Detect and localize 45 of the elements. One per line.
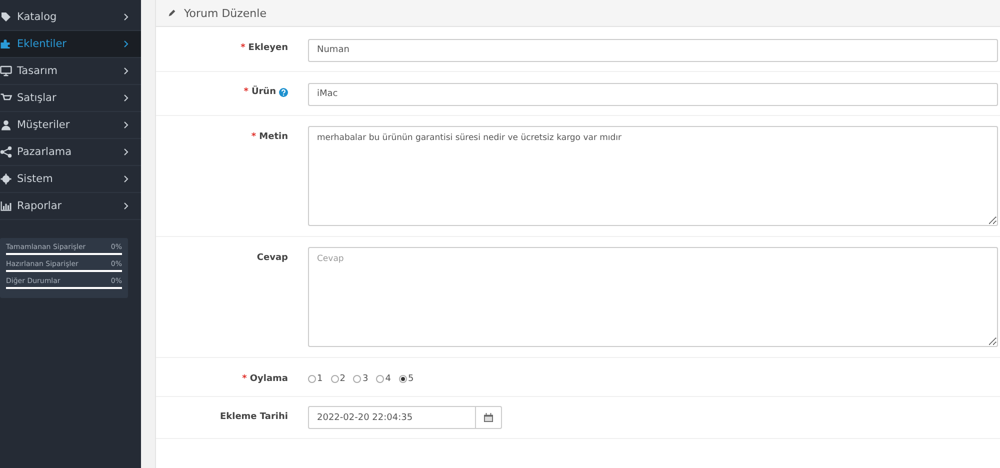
chevron-icon (123, 175, 129, 183)
chevron-icon (123, 13, 129, 21)
rating-radio[interactable]: 5 (398, 374, 414, 384)
chevron-icon (123, 94, 129, 102)
required-asterisk: * (244, 87, 248, 97)
field-label: Ekleme Tarihi (220, 412, 288, 422)
required-asterisk: * (251, 132, 256, 142)
field-label: Metin (259, 132, 288, 142)
radio-circle[interactable] (376, 375, 384, 383)
radio-circle[interactable] (353, 375, 362, 383)
user-icon (0, 119, 12, 131)
puzzle-icon (0, 38, 12, 50)
chevron-icon (123, 40, 129, 48)
date-field[interactable]: 2022-02-20 22:04:35 (308, 406, 476, 429)
sidebar-item[interactable]: Eklentiler (0, 31, 141, 58)
text-field[interactable]: Numan (308, 38, 998, 62)
text-area[interactable]: Cevap (308, 247, 998, 347)
pencil-icon (168, 9, 176, 17)
chevron-icon (123, 121, 129, 129)
chevron-icon (123, 67, 129, 75)
radio-circle[interactable] (330, 375, 339, 383)
text-field[interactable]: iMac (308, 82, 998, 106)
radio-circle[interactable] (308, 375, 316, 383)
tag-icon (0, 11, 12, 23)
chart-icon (0, 200, 12, 212)
rating-radio[interactable]: 4 (376, 374, 391, 384)
monitor-icon (0, 65, 12, 77)
calendar-button[interactable] (476, 406, 502, 429)
field-label: Ekleyen (248, 43, 288, 53)
help-icon[interactable] (279, 88, 288, 97)
required-asterisk: * (240, 43, 246, 53)
share-icon (0, 146, 12, 158)
field-label: Ürün (251, 87, 276, 97)
rating-radio[interactable]: 2 (330, 374, 346, 384)
panel-title: Yorum Düzenle (184, 6, 266, 20)
chevron-icon (123, 202, 129, 210)
calendar-icon (484, 413, 493, 422)
radio-circle[interactable] (398, 375, 407, 383)
rating-radio[interactable]: 3 (353, 374, 368, 384)
field-label: Oylama (250, 374, 288, 384)
rating-radio[interactable]: 1 (308, 374, 323, 384)
required-asterisk: * (242, 374, 247, 384)
field-label: Cevap (256, 253, 288, 263)
text-area[interactable]: merhabalar bu ürünün garantisi süresi nedir ve ücretsiz kargo var mıdır (308, 126, 998, 226)
chevron-icon (123, 148, 129, 156)
